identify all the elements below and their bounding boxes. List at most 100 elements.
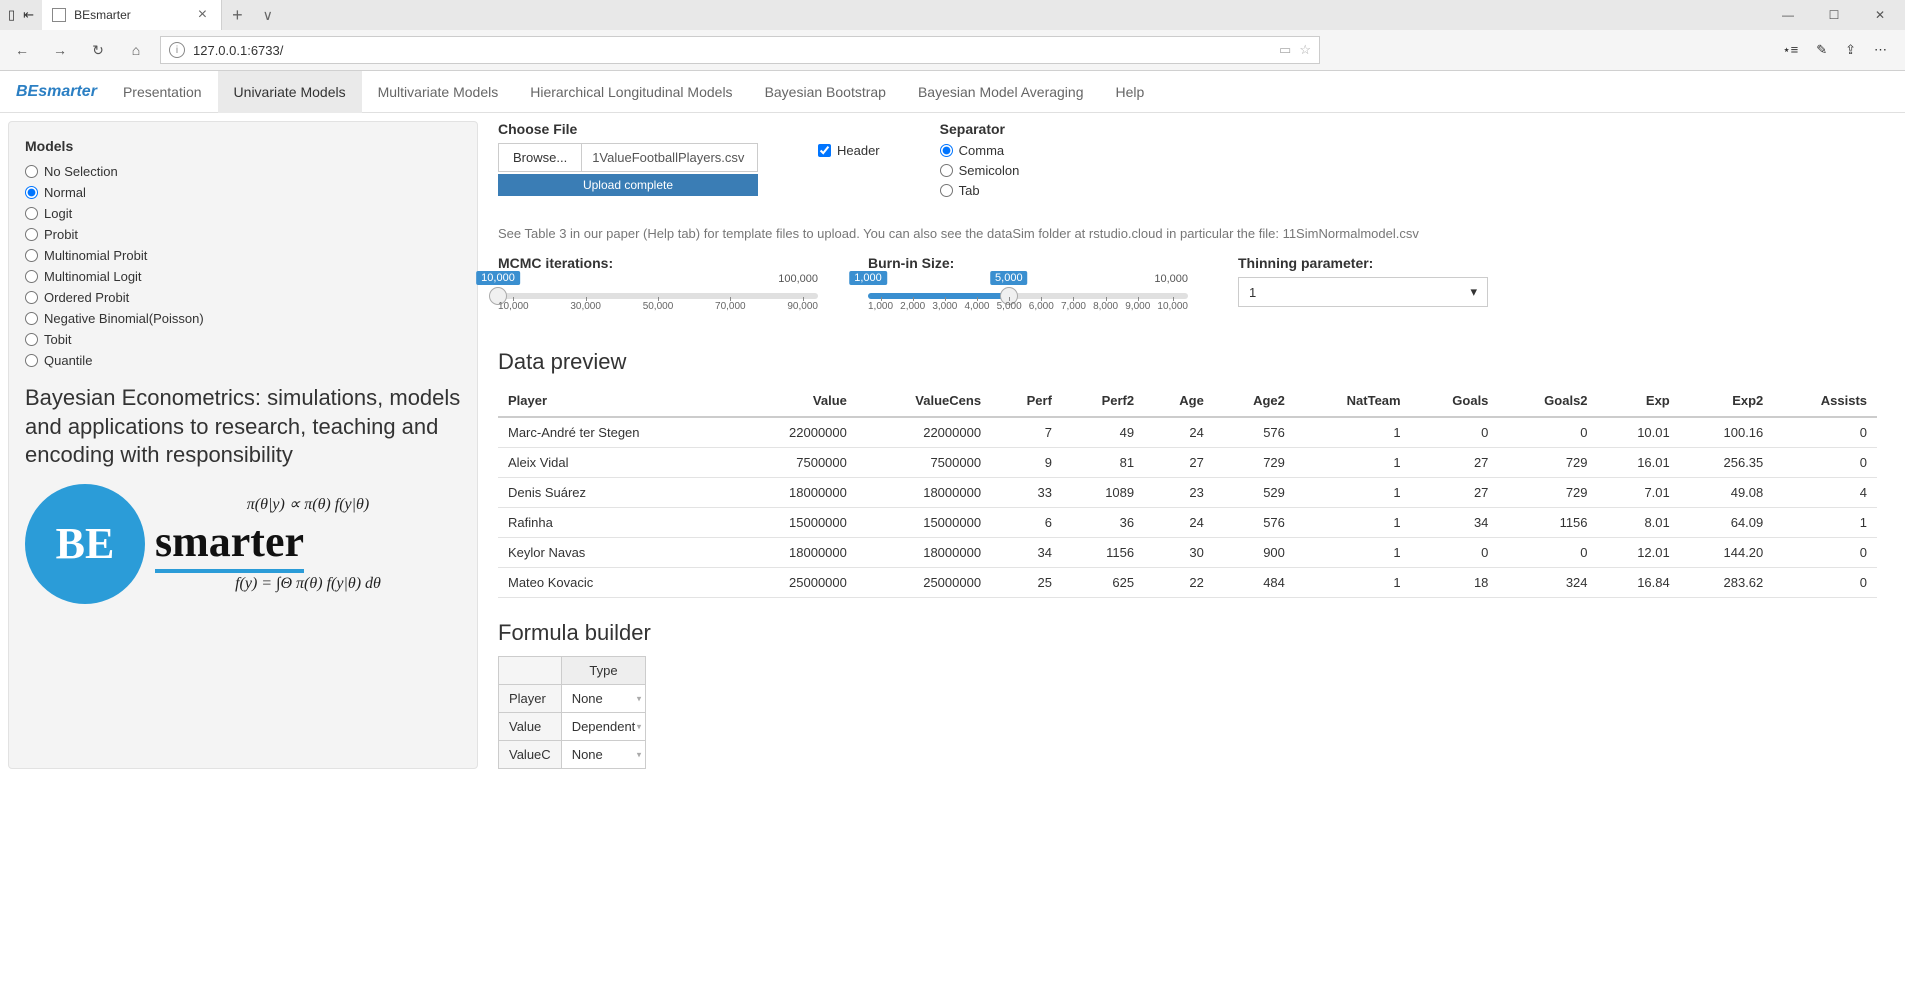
model-radio[interactable] bbox=[25, 333, 38, 346]
page-icon bbox=[52, 8, 66, 22]
url-text: 127.0.0.1:6733/ bbox=[193, 43, 1271, 58]
nav-tab-bayesian-bootstrap[interactable]: Bayesian Bootstrap bbox=[749, 71, 902, 113]
window-close-button[interactable]: ✕ bbox=[1859, 0, 1901, 30]
model-option-quantile[interactable]: Quantile bbox=[25, 353, 461, 368]
model-option-logit[interactable]: Logit bbox=[25, 206, 461, 221]
tab-menu-icon[interactable]: ∨ bbox=[253, 7, 283, 24]
model-option-normal[interactable]: Normal bbox=[25, 185, 461, 200]
model-radio[interactable] bbox=[25, 228, 38, 241]
model-label: Probit bbox=[44, 227, 78, 242]
model-option-ordered-probit[interactable]: Ordered Probit bbox=[25, 290, 461, 305]
col-age: Age bbox=[1144, 385, 1214, 417]
thinning-select[interactable]: 1 ▾ bbox=[1238, 277, 1488, 307]
model-radio[interactable] bbox=[25, 291, 38, 304]
model-radio[interactable] bbox=[25, 249, 38, 262]
browser-tab[interactable]: BEsmarter × bbox=[42, 0, 222, 30]
window-minimize-button[interactable]: — bbox=[1767, 0, 1809, 30]
model-option-tobit[interactable]: Tobit bbox=[25, 332, 461, 347]
app-brand[interactable]: BEsmarter bbox=[6, 83, 107, 101]
model-radio[interactable] bbox=[25, 186, 38, 199]
browse-button[interactable]: Browse... bbox=[499, 144, 582, 171]
home-button[interactable]: ⌂ bbox=[122, 36, 150, 64]
formula-type-select[interactable]: None▾ bbox=[561, 741, 646, 769]
model-option-negative-binomial-poisson-[interactable]: Negative Binomial(Poisson) bbox=[25, 311, 461, 326]
file-section: Choose File Browse... 1ValueFootballPlay… bbox=[498, 121, 758, 196]
back-button[interactable]: ← bbox=[8, 36, 36, 64]
mcmc-value-badge: 10,000 bbox=[476, 271, 520, 285]
separator-radio[interactable] bbox=[940, 144, 953, 157]
tab-close-icon[interactable]: × bbox=[194, 6, 211, 24]
col-perf: Perf bbox=[991, 385, 1062, 417]
equation-top: π(θ|y) ∝ π(θ) f(y|θ) bbox=[155, 494, 461, 514]
separator-radio[interactable] bbox=[940, 184, 953, 197]
model-radio[interactable] bbox=[25, 165, 38, 178]
tabset-back-icon[interactable]: ⇤ bbox=[23, 7, 34, 23]
favorite-icon[interactable]: ☆ bbox=[1299, 42, 1311, 58]
tabset-icon[interactable]: ▯ bbox=[8, 7, 15, 23]
separator-section: Separator Comma Semicolon Tab bbox=[940, 121, 1020, 214]
table-row: Marc-André ter Stegen2200000022000000749… bbox=[498, 417, 1877, 448]
col-goals2: Goals2 bbox=[1498, 385, 1597, 417]
formula-type-select[interactable]: None▾ bbox=[561, 685, 646, 713]
model-label: Ordered Probit bbox=[44, 290, 129, 305]
nav-tab-multivariate-models[interactable]: Multivariate Models bbox=[362, 71, 515, 113]
url-input[interactable]: i 127.0.0.1:6733/ ▭ ☆ bbox=[160, 36, 1320, 64]
separator-radio[interactable] bbox=[940, 164, 953, 177]
nav-tab-presentation[interactable]: Presentation bbox=[107, 71, 218, 113]
nav-tab-univariate-models[interactable]: Univariate Models bbox=[218, 71, 362, 113]
model-option-probit[interactable]: Probit bbox=[25, 227, 461, 242]
burnin-value-badge: 5,000 bbox=[990, 271, 1028, 285]
separator-option-comma[interactable]: Comma bbox=[940, 143, 1020, 158]
separator-radio-group: Comma Semicolon Tab bbox=[940, 143, 1020, 198]
burnin-slider[interactable]: 1,000 5,000 10,000 1,0002,0003,0004,0005… bbox=[868, 277, 1188, 327]
burnin-section: Burn-in Size: 1,000 5,000 10,000 1,0002,… bbox=[868, 255, 1188, 327]
model-radio[interactable] bbox=[25, 270, 38, 283]
col-exp2: Exp2 bbox=[1680, 385, 1774, 417]
sidebar: Models No SelectionNormalLogitProbitMult… bbox=[8, 121, 478, 769]
model-option-multinomial-logit[interactable]: Multinomial Logit bbox=[25, 269, 461, 284]
titlebar-left-icons: ▯ ⇤ bbox=[0, 7, 42, 23]
formula-type-select[interactable]: Dependent▾ bbox=[561, 713, 646, 741]
model-radio[interactable] bbox=[25, 354, 38, 367]
col-assists: Assists bbox=[1773, 385, 1877, 417]
nav-tab-bayesian-model-averaging[interactable]: Bayesian Model Averaging bbox=[902, 71, 1100, 113]
settings-icon[interactable]: ⋯ bbox=[1874, 42, 1887, 58]
formula-var: Player bbox=[499, 685, 562, 713]
thinning-label: Thinning parameter: bbox=[1238, 255, 1488, 271]
model-radio[interactable] bbox=[25, 207, 38, 220]
share-icon[interactable]: ⇪ bbox=[1845, 42, 1856, 58]
file-input[interactable]: Browse... 1ValueFootballPlayers.csv bbox=[498, 143, 758, 172]
model-option-no-selection[interactable]: No Selection bbox=[25, 164, 461, 179]
browser-chrome: ▯ ⇤ BEsmarter × + ∨ — ☐ ✕ ← → ↻ ⌂ i 127.… bbox=[0, 0, 1905, 71]
mcmc-section: MCMC iterations: 10,000 100,000 10,00030… bbox=[498, 255, 818, 327]
notes-icon[interactable]: ✎ bbox=[1816, 42, 1827, 58]
col-valuecens: ValueCens bbox=[857, 385, 991, 417]
separator-option-tab[interactable]: Tab bbox=[940, 183, 1020, 198]
window-maximize-button[interactable]: ☐ bbox=[1813, 0, 1855, 30]
forward-button[interactable]: → bbox=[46, 36, 74, 64]
nav-tab-hierarchical-longitudinal-models[interactable]: Hierarchical Longitudinal Models bbox=[514, 71, 748, 113]
model-label: Normal bbox=[44, 185, 86, 200]
mcmc-slider[interactable]: 10,000 100,000 10,00030,00050,00070,0009… bbox=[498, 277, 818, 327]
reading-view-icon[interactable]: ▭ bbox=[1279, 42, 1291, 58]
model-option-multinomial-probit[interactable]: Multinomial Probit bbox=[25, 248, 461, 263]
new-tab-button[interactable]: + bbox=[222, 5, 253, 26]
thinning-value: 1 bbox=[1249, 285, 1256, 300]
file-name: 1ValueFootballPlayers.csv bbox=[582, 144, 757, 171]
header-label: Header bbox=[837, 143, 880, 158]
site-info-icon[interactable]: i bbox=[169, 42, 185, 58]
favorites-hub-icon[interactable]: ⋆≡ bbox=[1782, 42, 1798, 58]
burnin-label: Burn-in Size: bbox=[868, 255, 1188, 271]
separator-label: Separator bbox=[940, 121, 1020, 137]
model-radio[interactable] bbox=[25, 312, 38, 325]
table-row: Aleix Vidal75000007500000981277291277291… bbox=[498, 448, 1877, 478]
models-radio-group: No Selection Normal Logit Probit Multinomial… bbox=[25, 164, 461, 368]
separator-option-semicolon[interactable]: Semicolon bbox=[940, 163, 1020, 178]
nav-tab-help[interactable]: Help bbox=[1100, 71, 1161, 113]
formula-var: Value bbox=[499, 713, 562, 741]
refresh-button[interactable]: ↻ bbox=[84, 36, 112, 64]
header-checkbox[interactable] bbox=[818, 144, 831, 157]
burnin-max: 10,000 bbox=[1154, 273, 1188, 285]
col-age2: Age2 bbox=[1214, 385, 1295, 417]
data-preview-title: Data preview bbox=[498, 349, 1877, 375]
